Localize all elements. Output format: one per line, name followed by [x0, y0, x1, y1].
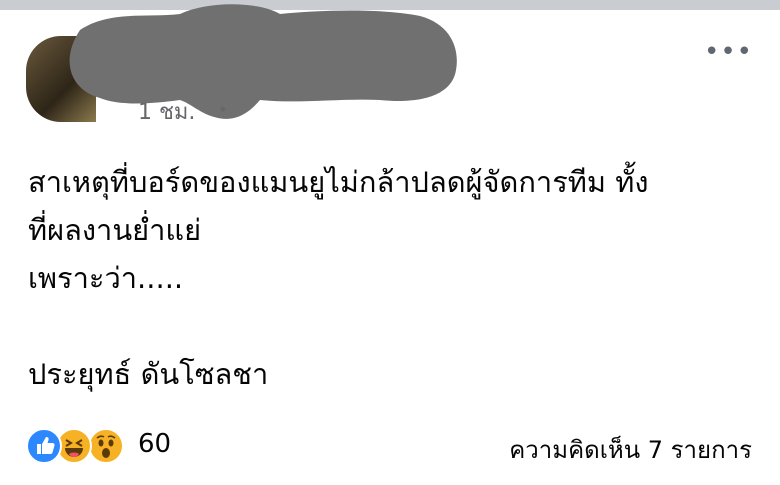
more-options-button[interactable]: ••• [704, 39, 752, 65]
post-text-line: เพราะว่า..... [28, 261, 184, 295]
name-redaction [69, 4, 457, 119]
post-text: สาเหตุที่บอร์ดของแมนยูไม่กล้าปลดผู้จัดกา… [28, 158, 768, 398]
post-text-spacer [28, 302, 768, 350]
wow-icon[interactable] [88, 428, 124, 464]
globe-icon: • [218, 100, 228, 119]
post-text-line: สาเหตุที่บอร์ดของแมนยูไม่กล้าปลดผู้จัดกา… [28, 165, 649, 199]
like-icon[interactable] [26, 428, 62, 464]
post-text-line: ประยุทธ์ ดันโซลชา [28, 357, 269, 391]
reaction-count[interactable]: 60 [138, 429, 171, 459]
post-timestamp[interactable]: 1 ชม. [138, 94, 195, 129]
post-text-line: ที่ผลงานย่ำแย่ [28, 213, 202, 247]
comments-count-link[interactable]: ความคิดเห็น 7 รายการ [509, 430, 752, 469]
reactions-bar: 60 ความคิดเห็น 7 รายการ [26, 426, 766, 466]
